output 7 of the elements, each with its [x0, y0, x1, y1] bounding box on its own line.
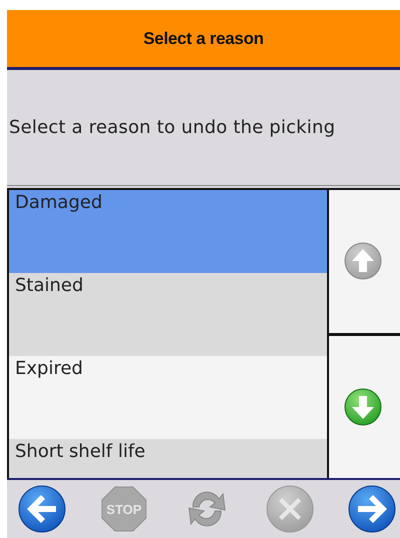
reason-item[interactable]: Stained	[9, 273, 327, 356]
close-icon	[265, 484, 315, 534]
prompt-text: Select a reason to undo the picking	[8, 117, 336, 138]
reason-item[interactable]: Short shelf life	[9, 439, 327, 478]
reason-item[interactable]: Expired	[9, 356, 327, 439]
reason-item[interactable]: Damaged	[9, 190, 327, 273]
screen-title: Select a reason	[143, 28, 264, 49]
